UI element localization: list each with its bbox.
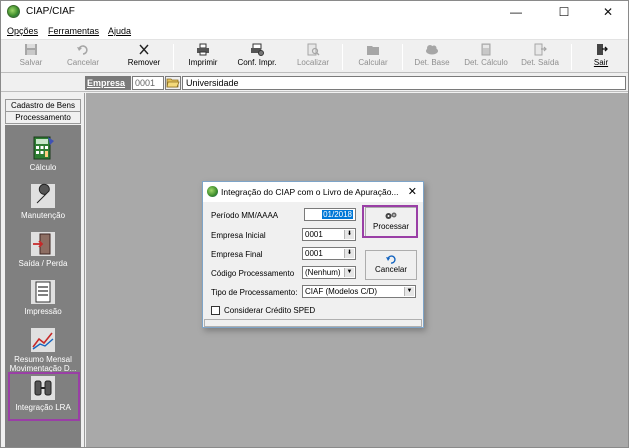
remove-x-icon xyxy=(139,44,149,55)
empresa-final-input[interactable]: 0001 ⬇ xyxy=(302,247,356,260)
exit-document-icon xyxy=(534,43,547,56)
dialog-progress-bar xyxy=(204,319,422,327)
tab-processamento[interactable]: Processamento xyxy=(5,111,81,124)
periodo-input[interactable]: 01/2018 xyxy=(304,208,356,221)
det-calculo-button[interactable]: Det. Cálculo xyxy=(460,42,512,72)
open-folder-icon xyxy=(166,78,180,88)
cancelar-dialog-button[interactable]: Cancelar xyxy=(365,250,417,280)
calculator-icon xyxy=(33,136,54,160)
periodo-label: Período MM/AAAA xyxy=(211,211,279,220)
open-folder-button[interactable] xyxy=(165,76,181,90)
undo-arrow-icon xyxy=(77,45,88,55)
imprimir-button[interactable]: Imprimir xyxy=(181,42,225,72)
sidebar-item-manutencao[interactable]: Manutenção xyxy=(5,183,81,227)
toolbar-separator xyxy=(342,44,343,70)
wrench-icon xyxy=(31,183,55,208)
localizar-button[interactable]: Localizar xyxy=(291,42,335,72)
app-globe-icon xyxy=(207,186,218,197)
sidebar-item-saida-perda[interactable]: Saída / Perda xyxy=(5,231,81,275)
considerar-credito-checkbox[interactable] xyxy=(211,306,220,315)
close-button[interactable]: ✕ xyxy=(592,1,624,23)
cloud-icon xyxy=(426,45,438,55)
app-window: CIAP/CIAF — ☐ ✕ Opções Ferramentas Ajuda… xyxy=(0,0,629,448)
chevron-down-icon[interactable]: ▼ xyxy=(404,287,414,296)
empresa-code-field[interactable]: 0001 xyxy=(132,76,164,90)
empresa-label: Empresa xyxy=(85,76,131,90)
integracao-lra-highlight xyxy=(8,372,80,421)
menu-ferramentas[interactable]: Ferramentas xyxy=(48,26,99,36)
floppy-disk-icon xyxy=(25,44,37,55)
exit-door-icon xyxy=(597,44,608,55)
sidebar-item-calculo[interactable]: Cálculo xyxy=(5,135,81,179)
menu-opcoes[interactable]: Opções xyxy=(7,26,38,36)
cancelar-button[interactable]: Cancelar xyxy=(61,42,105,72)
codigo-processamento-select[interactable]: (Nenhum) ▼ xyxy=(302,266,356,279)
det-base-button[interactable]: Det. Base xyxy=(409,42,455,72)
menu-bar: Opções Ferramentas Ajuda xyxy=(1,23,628,39)
considerar-credito-label: Considerar Crédito SPED xyxy=(224,306,316,315)
download-arrow-icon[interactable]: ⬇ xyxy=(344,249,354,258)
dialog-title: Integração do CIAP com o Livro de Apuraç… xyxy=(221,187,399,197)
line-chart-icon xyxy=(31,328,55,352)
empresa-final-label: Empresa Final xyxy=(211,250,263,259)
app-globe-icon xyxy=(7,5,20,18)
empresa-inicial-input[interactable]: 0001 ⬇ xyxy=(302,228,356,241)
empresa-bar: Empresa 0001 Universidade xyxy=(1,74,628,92)
dialog-title-bar: Integração do CIAP com o Livro de Apuraç… xyxy=(203,182,423,202)
download-arrow-icon[interactable]: ⬇ xyxy=(344,230,354,239)
undo-arrow-icon xyxy=(386,255,396,264)
calculator-icon xyxy=(481,43,491,56)
dialog-close-button[interactable]: ✕ xyxy=(408,185,417,198)
toolbar-separator xyxy=(571,44,572,70)
calcular-button[interactable]: Calcular xyxy=(351,42,395,72)
folder-icon xyxy=(367,46,379,55)
integracao-dialog: Integração do CIAP com o Livro de Apuraç… xyxy=(202,181,424,328)
sidebar-item-impressao[interactable]: Impressão xyxy=(5,279,81,323)
empresa-name-field: Universidade xyxy=(182,76,626,90)
printer-icon xyxy=(197,43,209,56)
printer-settings-icon xyxy=(251,43,264,56)
tipo-processamento-label: Tipo de Processamento: xyxy=(211,288,298,297)
sidebar-item-resumo-mensal[interactable]: Resumo Mensal Movimentação D... xyxy=(5,327,81,373)
processar-highlight xyxy=(362,205,418,238)
remover-button[interactable]: Remover xyxy=(121,42,167,72)
exit-door-icon xyxy=(31,232,55,256)
toolbar-separator xyxy=(402,44,403,70)
document-list-icon xyxy=(31,280,55,304)
conf-impr-button[interactable]: Conf. Impr. xyxy=(231,42,283,72)
window-title: CIAP/CIAF xyxy=(26,6,75,17)
empresa-inicial-label: Empresa Inicial xyxy=(211,231,266,240)
codigo-processamento-label: Código Processamento xyxy=(211,269,295,278)
menu-ajuda[interactable]: Ajuda xyxy=(108,26,131,36)
minimize-button[interactable]: — xyxy=(500,1,532,23)
sair-button[interactable]: Sair xyxy=(585,42,617,72)
maximize-button[interactable]: ☐ xyxy=(548,1,580,23)
find-document-icon xyxy=(307,43,320,56)
toolbar-separator xyxy=(173,44,174,70)
title-bar: CIAP/CIAF — ☐ ✕ xyxy=(1,1,628,23)
chevron-down-icon[interactable]: ▼ xyxy=(344,268,354,277)
det-saida-button[interactable]: Det. Saída xyxy=(517,42,563,72)
toolbar: Salvar Cancelar Remover Imprimir Conf. I… xyxy=(1,39,628,73)
tipo-processamento-select[interactable]: CIAF (Modelos C/D) ▼ xyxy=(302,285,416,298)
salvar-button[interactable]: Salvar xyxy=(11,42,51,72)
